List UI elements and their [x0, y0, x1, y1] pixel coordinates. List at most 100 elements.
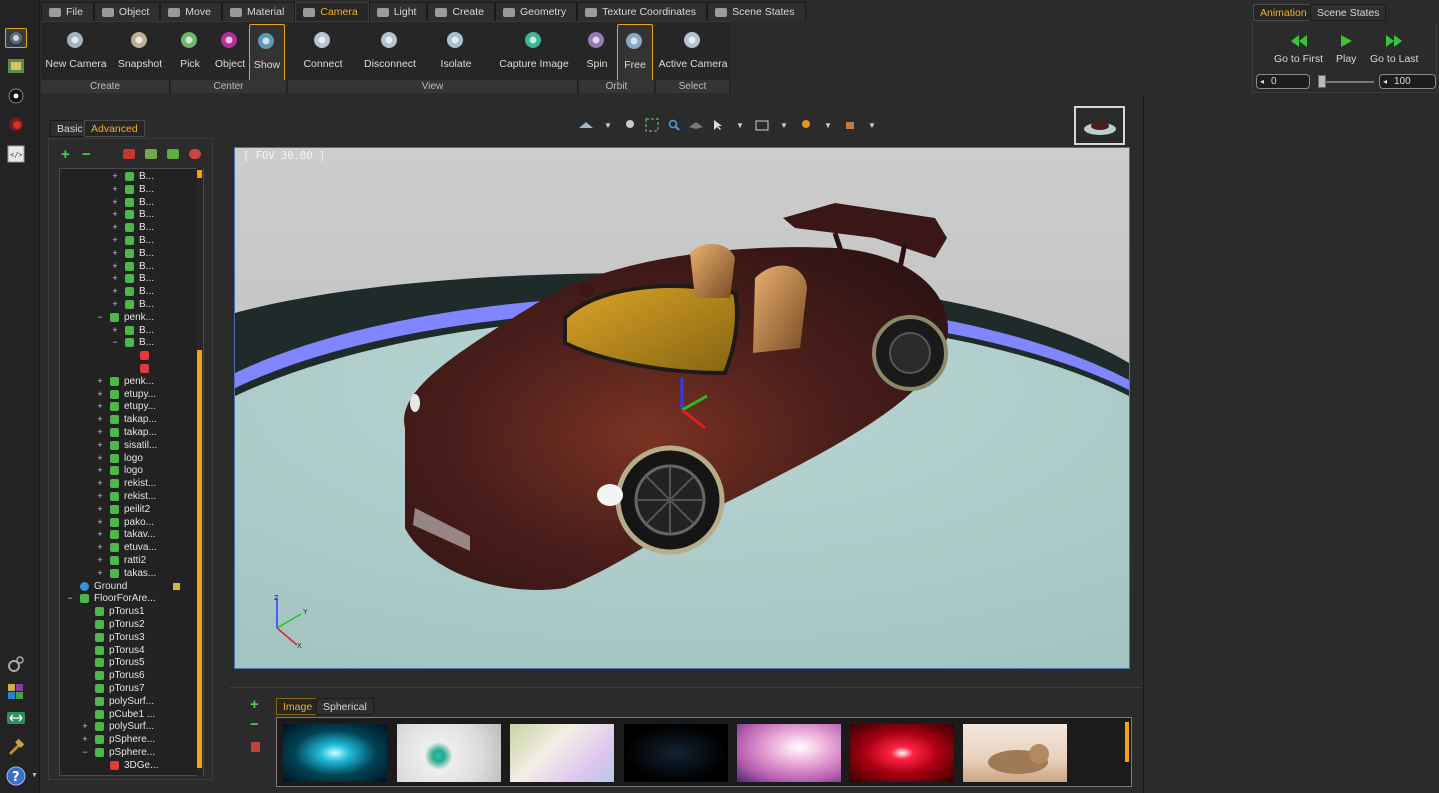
scene-graph-icon[interactable]: [5, 56, 27, 76]
tab-light[interactable]: Light: [368, 2, 428, 21]
tree-node[interactable]: + rekist...: [60, 490, 200, 503]
thumbnail-pastel-rays[interactable]: [510, 724, 614, 782]
expand-icon[interactable]: +: [111, 196, 119, 209]
tab-camera[interactable]: Camera: [295, 2, 369, 21]
tree-node[interactable]: pTorus3: [60, 631, 200, 644]
ground-plane-icon[interactable]: [688, 119, 704, 132]
help-icon[interactable]: ?: [5, 766, 27, 786]
delete-node-icon[interactable]: [123, 149, 135, 159]
tab-create[interactable]: Create: [427, 2, 495, 21]
3d-viewport[interactable]: [ FOV 30.00 ] Z Y X: [234, 147, 1130, 669]
thumbnail-red-burst[interactable]: [850, 724, 954, 782]
show-button[interactable]: Show: [249, 24, 285, 86]
frame-selection-icon[interactable]: [644, 118, 660, 132]
tree-node[interactable]: pTorus1: [60, 605, 200, 618]
tab-scene-states[interactable]: Scene States: [1310, 4, 1387, 21]
tree-node[interactable]: + B...: [60, 208, 200, 221]
expand-icon[interactable]: +: [111, 170, 119, 183]
lock-icon[interactable]: [173, 582, 180, 590]
render-dropdown-icon[interactable]: ▼: [776, 119, 792, 132]
zoom-icon[interactable]: [666, 119, 682, 132]
tab-animation[interactable]: Animation: [1253, 4, 1314, 21]
free-button[interactable]: Free: [617, 24, 653, 86]
material-library-icon[interactable]: [5, 682, 27, 702]
remove-node-icon[interactable]: −: [82, 146, 91, 163]
expand-icon[interactable]: +: [111, 208, 119, 221]
tree-node[interactable]: [60, 362, 200, 375]
tree-node[interactable]: 3DGe...: [60, 759, 200, 772]
light-dropdown-icon[interactable]: ▼: [820, 119, 836, 132]
select-pointer-icon[interactable]: [710, 119, 726, 132]
tree-node[interactable]: + logo: [60, 452, 200, 465]
thumbnail-pink-swirl[interactable]: [737, 724, 841, 782]
tree-node[interactable]: + takas...: [60, 567, 200, 580]
expand-icon[interactable]: +: [96, 388, 104, 401]
tree-node[interactable]: + etupy...: [60, 388, 200, 401]
group-node-icon[interactable]: [145, 149, 157, 159]
remove-environment-icon[interactable]: −: [250, 716, 259, 733]
tree-node[interactable]: [60, 349, 200, 362]
tab-move[interactable]: Move: [160, 2, 222, 21]
expand-icon[interactable]: +: [111, 324, 119, 337]
tab-texture-coordinates[interactable]: Texture Coordinates: [577, 2, 708, 21]
tab-scene-states[interactable]: Scene States: [707, 2, 806, 21]
connect-button[interactable]: Connect: [298, 24, 348, 86]
tools-hammer-icon[interactable]: [5, 738, 27, 758]
expand-icon[interactable]: +: [96, 528, 104, 541]
tree-node[interactable]: + B...: [60, 247, 200, 260]
start-frame-spinner[interactable]: ◂ 0: [1256, 74, 1310, 89]
thumbnail-sleeping-cat-photo[interactable]: [963, 724, 1067, 782]
expand-icon[interactable]: +: [96, 413, 104, 426]
expand-icon[interactable]: +: [96, 516, 104, 529]
expand-icon[interactable]: +: [96, 452, 104, 465]
add-environment-icon[interactable]: +: [250, 696, 259, 713]
tree-node[interactable]: + ratti2: [60, 554, 200, 567]
expand-icon[interactable]: +: [96, 464, 104, 477]
tree-node[interactable]: + penk...: [60, 375, 200, 388]
spin-button[interactable]: Spin: [581, 24, 613, 86]
pick-button[interactable]: Pick: [172, 24, 208, 86]
expand-icon[interactable]: +: [96, 503, 104, 516]
new-camera-button[interactable]: New Camera: [41, 24, 111, 86]
light-pin-icon[interactable]: [798, 119, 814, 132]
camera-preview-thumbnail[interactable]: [1074, 106, 1125, 145]
disconnect-button[interactable]: Disconnect: [358, 24, 422, 86]
expand-icon[interactable]: +: [96, 541, 104, 554]
tree-node[interactable]: + B...: [60, 272, 200, 285]
swap-arrows-icon[interactable]: [5, 708, 27, 728]
tree-node[interactable]: + B...: [60, 260, 200, 273]
render-ball-icon[interactable]: [5, 86, 27, 106]
tree-node[interactable]: + polySurf...: [60, 720, 200, 733]
box-display-icon[interactable]: [842, 119, 858, 132]
light-bulb-icon[interactable]: [622, 119, 638, 132]
end-frame-spinner[interactable]: ◂ 100: [1379, 74, 1436, 89]
tree-node[interactable]: pTorus5: [60, 656, 200, 669]
tree-node[interactable]: pCube1 ...: [60, 708, 200, 721]
tree-node[interactable]: + B...: [60, 170, 200, 183]
tree-node[interactable]: + B...: [60, 196, 200, 209]
active-camera-button[interactable]: Active Camera: [658, 24, 728, 86]
expand-icon[interactable]: +: [111, 285, 119, 298]
tab-geometry[interactable]: Geometry: [494, 2, 578, 21]
expand-icon[interactable]: +: [111, 260, 119, 273]
expand-icon[interactable]: +: [96, 477, 104, 490]
capture-image-button[interactable]: Capture Image: [494, 24, 574, 86]
tree-node[interactable]: + B...: [60, 234, 200, 247]
tree-node[interactable]: + B...: [60, 285, 200, 298]
tree-node[interactable]: Ground: [60, 580, 200, 593]
tab-file[interactable]: File: [41, 2, 94, 21]
tab-material[interactable]: Material: [221, 2, 296, 21]
tree-node[interactable]: + sisatil...: [60, 439, 200, 452]
expand-icon[interactable]: +: [96, 375, 104, 388]
tree-node[interactable]: + takav...: [60, 528, 200, 541]
tree-node[interactable]: + pSphere...: [60, 733, 200, 746]
expand-icon[interactable]: +: [81, 720, 89, 733]
tree-node[interactable]: + pako...: [60, 516, 200, 529]
thumbnail-dark-blue-particles[interactable]: [624, 724, 728, 782]
tab-advanced[interactable]: Advanced: [84, 120, 145, 137]
expand-icon[interactable]: +: [111, 183, 119, 196]
tree-node[interactable]: + rekist...: [60, 477, 200, 490]
expand-icon[interactable]: +: [96, 426, 104, 439]
box-dropdown-icon[interactable]: ▼: [864, 119, 880, 132]
tree-node[interactable]: + takap...: [60, 426, 200, 439]
